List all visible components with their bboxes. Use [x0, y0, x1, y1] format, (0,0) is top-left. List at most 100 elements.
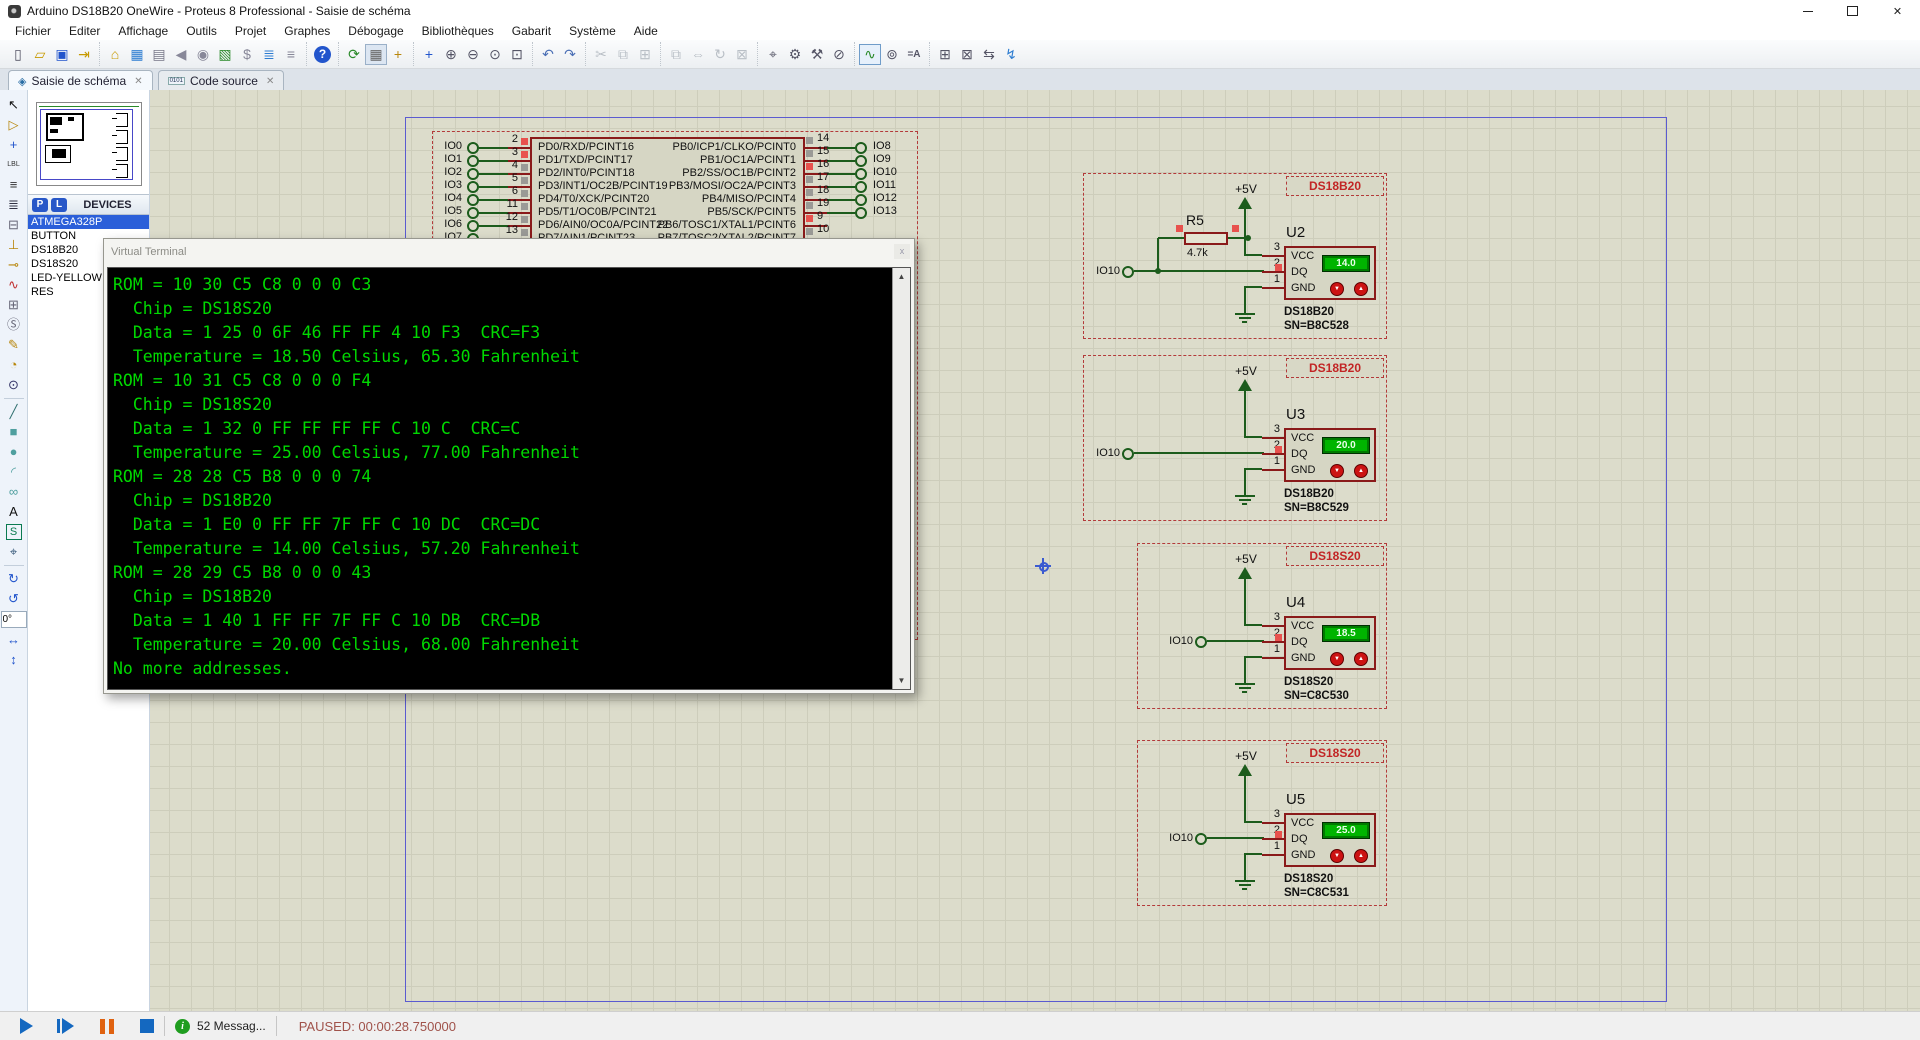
menu-aide[interactable]: Aide	[625, 24, 667, 38]
pick-devices-button[interactable]: P	[32, 198, 48, 212]
2d-text-icon[interactable]: A	[3, 502, 25, 522]
zoom-area-icon[interactable]: ⊡	[506, 44, 528, 65]
rotate-anticlockwise-icon[interactable]: ↺	[3, 589, 25, 609]
rotate-clockwise-icon[interactable]: ↻	[3, 569, 25, 589]
2d-circle-icon[interactable]: ●	[3, 442, 25, 462]
flip-horizontal-icon[interactable]: ↔	[3, 630, 25, 650]
menu-syst-me[interactable]: Système	[560, 24, 625, 38]
generator-mode-icon[interactable]: Ⓢ	[3, 315, 25, 335]
2d-line-icon[interactable]: ╱	[3, 402, 25, 422]
terminal-icon[interactable]	[1122, 448, 1134, 460]
pcb-layout-icon[interactable]: ▤	[148, 44, 170, 65]
sensor-body[interactable]: VCCDQGND18.5▼▲	[1284, 616, 1376, 670]
toggle-grid-icon[interactable]: ▦	[365, 44, 387, 65]
decrease-temp-button[interactable]: ▼	[1330, 464, 1344, 478]
terminal-icon[interactable]	[855, 155, 867, 167]
menu-graphes[interactable]: Graphes	[275, 24, 339, 38]
2d-path-icon[interactable]: ∞	[3, 482, 25, 502]
terminal-icon[interactable]	[467, 220, 479, 232]
3d-viewer-icon[interactable]: ◀	[170, 44, 192, 65]
resistor-r5[interactable]	[1184, 232, 1228, 245]
virtual-terminal-titlebar[interactable]: Virtual Terminal	[104, 239, 914, 265]
increase-temp-button[interactable]: ▲	[1354, 849, 1368, 863]
flip-vertical-icon[interactable]: ↕	[3, 650, 25, 670]
redo-icon[interactable]: ↷	[559, 44, 581, 65]
pick-parts-icon[interactable]: ⌖	[762, 44, 784, 65]
menu-gabarit[interactable]: Gabarit	[503, 24, 560, 38]
terminal-icon[interactable]	[855, 181, 867, 193]
tab-code-source[interactable]: 0101Code source✕	[158, 70, 285, 91]
new-root-sheet-icon[interactable]: ⊞	[934, 44, 956, 65]
terminal-icon[interactable]	[467, 168, 479, 180]
2d-arc-icon[interactable]: ◜	[3, 462, 25, 482]
close-button[interactable]: ✕	[1875, 0, 1920, 22]
new-file-icon[interactable]: ▯	[7, 44, 29, 65]
minimize-button[interactable]	[1785, 0, 1830, 22]
zoom-extents-icon[interactable]: ⊙	[484, 44, 506, 65]
wire-label-mode-icon[interactable]: LBL	[3, 155, 25, 175]
packaging-tool-icon[interactable]: ⚒	[806, 44, 828, 65]
subcircuit-mode-icon[interactable]: ⊟	[3, 215, 25, 235]
scroll-up-icon[interactable]: ▲	[893, 269, 910, 284]
menu-outils[interactable]: Outils	[177, 24, 226, 38]
current-probe-mode-icon[interactable]: ◔	[3, 355, 25, 375]
sensor-u3[interactable]: U3321VCCDQGND20.0▼▲DS18B20SN=B8C529	[1284, 410, 1376, 520]
wire-autorouter-icon[interactable]: ∿	[859, 44, 881, 65]
design-explorer-icon[interactable]: ▧	[214, 44, 236, 65]
terminal-icon[interactable]	[1195, 833, 1207, 845]
library-button[interactable]: L	[51, 198, 67, 212]
pan-view-icon[interactable]: +	[418, 44, 440, 65]
decrease-temp-button[interactable]: ▼	[1330, 849, 1344, 863]
terminal-icon[interactable]	[1195, 636, 1207, 648]
tab-close-icon[interactable]: ✕	[134, 76, 142, 87]
rotation-angle-field[interactable]	[1, 611, 27, 628]
paste-icon[interactable]: ⊞	[634, 44, 656, 65]
tape-recorder-mode-icon[interactable]: ⊞	[3, 295, 25, 315]
menu-projet[interactable]: Projet	[226, 24, 275, 38]
goto-sheet-icon[interactable]: ⇆	[978, 44, 1000, 65]
save-project-icon[interactable]: ▣	[51, 44, 73, 65]
menu-biblioth-ques[interactable]: Bibliothèques	[413, 24, 503, 38]
decrease-temp-button[interactable]: ▼	[1330, 652, 1344, 666]
selection-tool-icon[interactable]: ↖	[3, 95, 25, 115]
sensor-body[interactable]: VCCDQGND20.0▼▲	[1284, 428, 1376, 482]
terminal-icon[interactable]	[855, 194, 867, 206]
increase-temp-button[interactable]: ▲	[1354, 464, 1368, 478]
2d-box-icon[interactable]: ■	[3, 422, 25, 442]
terminal-icon[interactable]	[855, 168, 867, 180]
terminal-mode-icon[interactable]: ⊥	[3, 235, 25, 255]
block-delete-icon[interactable]: ⊠	[731, 44, 753, 65]
2d-symbol-icon[interactable]: S	[6, 524, 22, 540]
copy-icon[interactable]: ⧉	[612, 44, 634, 65]
terminal-icon[interactable]	[1122, 266, 1134, 278]
increase-temp-button[interactable]: ▲	[1354, 652, 1368, 666]
zoom-in-icon[interactable]: ⊕	[440, 44, 462, 65]
make-device-icon[interactable]: ⚙	[784, 44, 806, 65]
gerber-viewer-icon[interactable]: ◉	[192, 44, 214, 65]
increase-temp-button[interactable]: ▲	[1354, 282, 1368, 296]
electrical-rules-icon[interactable]: ≣	[258, 44, 280, 65]
decompose-icon[interactable]: ⊘	[828, 44, 850, 65]
help-icon[interactable]: ?	[314, 46, 331, 63]
terminal-icon[interactable]	[467, 142, 479, 154]
sensor-body[interactable]: VCCDQGND14.0▼▲	[1284, 246, 1376, 300]
tab-close-icon[interactable]: ✕	[266, 76, 274, 87]
menu-affichage[interactable]: Affichage	[109, 24, 177, 38]
virtual-terminal-close-icon[interactable]: x	[894, 244, 910, 259]
block-copy-icon[interactable]: ⧉	[665, 44, 687, 65]
device-item-atmega328p[interactable]: ATMEGA328P	[28, 215, 149, 229]
remove-sheet-icon[interactable]: ⊠	[956, 44, 978, 65]
stop-button[interactable]	[140, 1019, 154, 1033]
step-button[interactable]	[57, 1018, 74, 1034]
terminal-icon[interactable]	[467, 207, 479, 219]
source-code-icon[interactable]: ≡	[280, 44, 302, 65]
refresh-display-icon[interactable]: ⟳	[343, 44, 365, 65]
terminal-scrollbar[interactable]: ▲ ▼	[892, 268, 910, 689]
junction-dot-mode-icon[interactable]: +	[3, 135, 25, 155]
messages-info-icon[interactable]: i	[175, 1019, 190, 1034]
false-origin-icon[interactable]: +	[387, 44, 409, 65]
menu-fichier[interactable]: Fichier	[6, 24, 60, 38]
menu-d-bogage[interactable]: Débogage	[339, 24, 412, 38]
open-project-icon[interactable]: ▱	[29, 44, 51, 65]
maximize-button[interactable]	[1830, 0, 1875, 22]
